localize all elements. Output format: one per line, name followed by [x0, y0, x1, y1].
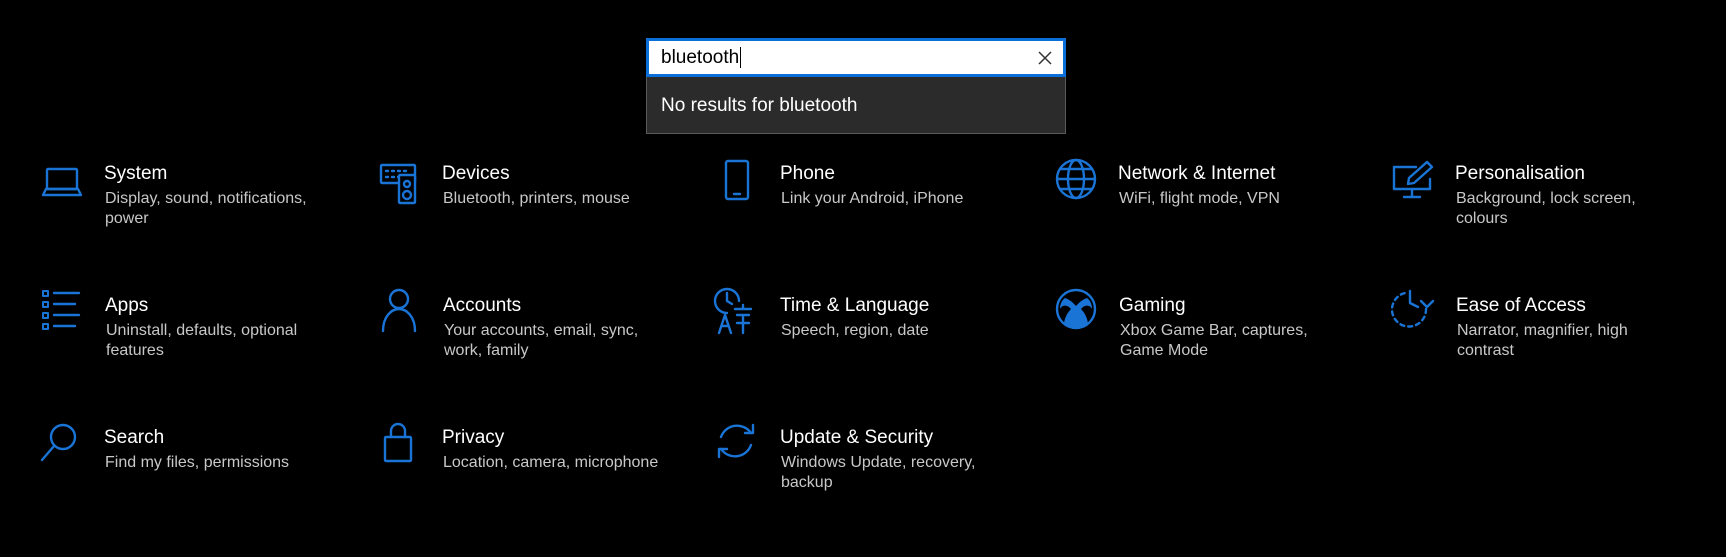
category-title: Network & Internet — [1118, 163, 1276, 184]
ease-of-access-icon — [1390, 289, 1437, 339]
category-description: Bluetooth, printers, mouse — [443, 190, 630, 207]
phone-icon — [717, 159, 761, 207]
category-apps[interactable]: Apps Uninstall, defaults, optional featu… — [42, 290, 342, 395]
category-title: Time & Language — [780, 295, 930, 316]
category-description: Your accounts, email, sync, work, family — [444, 322, 639, 359]
category-description: Display, sound, notifications, power — [105, 190, 307, 227]
xbox-icon — [1055, 288, 1100, 339]
category-gaming[interactable]: Gaming Xbox Game Bar, captures, Game Mod… — [1055, 288, 1356, 395]
category-title: Apps — [105, 295, 149, 316]
category-title: Phone — [780, 163, 835, 184]
category-devices[interactable]: Devices Bluetooth, printers, mouse — [379, 163, 679, 263]
no-results-message: No results for bluetooth — [661, 95, 858, 116]
category-description: WiFi, flight mode, VPN — [1119, 190, 1280, 207]
category-description: Background, lock screen, colours — [1456, 190, 1636, 227]
category-title: System — [104, 163, 168, 184]
category-description: Link your Android, iPhone — [781, 190, 964, 207]
paint-monitor-icon — [1392, 160, 1436, 207]
person-icon — [380, 288, 424, 339]
category-update-security[interactable]: Update & Security Windows Update, recove… — [717, 423, 1017, 527]
category-title: Ease of Access — [1456, 295, 1586, 316]
category-description: Find my files, permissions — [105, 454, 290, 471]
category-ease-of-access[interactable]: Ease of Access Narrator, magnifier, high… — [1390, 289, 1693, 395]
search-input-text[interactable]: bluetooth — [661, 41, 742, 74]
category-privacy[interactable]: Privacy Location, camera, microphone — [379, 422, 679, 527]
sync-arrows-icon — [717, 423, 761, 471]
category-search[interactable]: Search Find my files, permissions — [40, 423, 341, 527]
category-title: Devices — [442, 163, 510, 184]
settings-home: bluetooth No results for bluetooth Syste… — [0, 0, 1726, 557]
category-title: Accounts — [443, 295, 522, 316]
category-description: Speech, region, date — [781, 322, 929, 339]
category-phone[interactable]: Phone Link your Android, iPhone — [717, 159, 1017, 263]
magnifier-icon — [40, 423, 85, 471]
text-caret — [740, 47, 742, 69]
category-accounts[interactable]: Accounts Your accounts, email, sync, wor… — [380, 288, 680, 395]
search-box[interactable]: bluetooth — [646, 38, 1066, 77]
keyboard-speaker-icon — [379, 163, 423, 207]
search-area: bluetooth No results for bluetooth — [646, 38, 1066, 134]
category-time-language[interactable]: Time & Language Speech, region, date — [713, 287, 1017, 395]
category-title: Update & Security — [780, 427, 934, 448]
globe-icon — [1055, 158, 1099, 207]
category-system[interactable]: System Display, sound, notifications, po… — [41, 163, 341, 263]
category-description: Narrator, magnifier, high contrast — [1457, 322, 1628, 359]
laptop-icon — [41, 163, 85, 207]
category-title: Search — [104, 427, 165, 448]
category-description: Xbox Game Bar, captures, Game Mode — [1120, 322, 1308, 359]
apps-list-icon — [42, 290, 86, 339]
time-language-icon — [713, 287, 761, 339]
category-title: Privacy — [442, 427, 505, 448]
category-title: Personalisation — [1455, 163, 1585, 184]
category-personalisation[interactable]: Personalisation Background, lock screen,… — [1392, 160, 1692, 263]
lock-icon — [379, 422, 423, 471]
search-suggestions-dropdown: No results for bluetooth — [646, 77, 1066, 134]
category-title: Gaming — [1119, 295, 1186, 316]
close-icon — [1038, 51, 1052, 65]
category-network-internet[interactable]: Network & Internet WiFi, flight mode, VP… — [1055, 158, 1355, 263]
category-description: Windows Update, recovery, backup — [781, 454, 976, 491]
category-description: Uninstall, defaults, optional features — [106, 322, 298, 359]
clear-search-button[interactable] — [1033, 46, 1057, 70]
category-description: Location, camera, microphone — [443, 454, 659, 471]
